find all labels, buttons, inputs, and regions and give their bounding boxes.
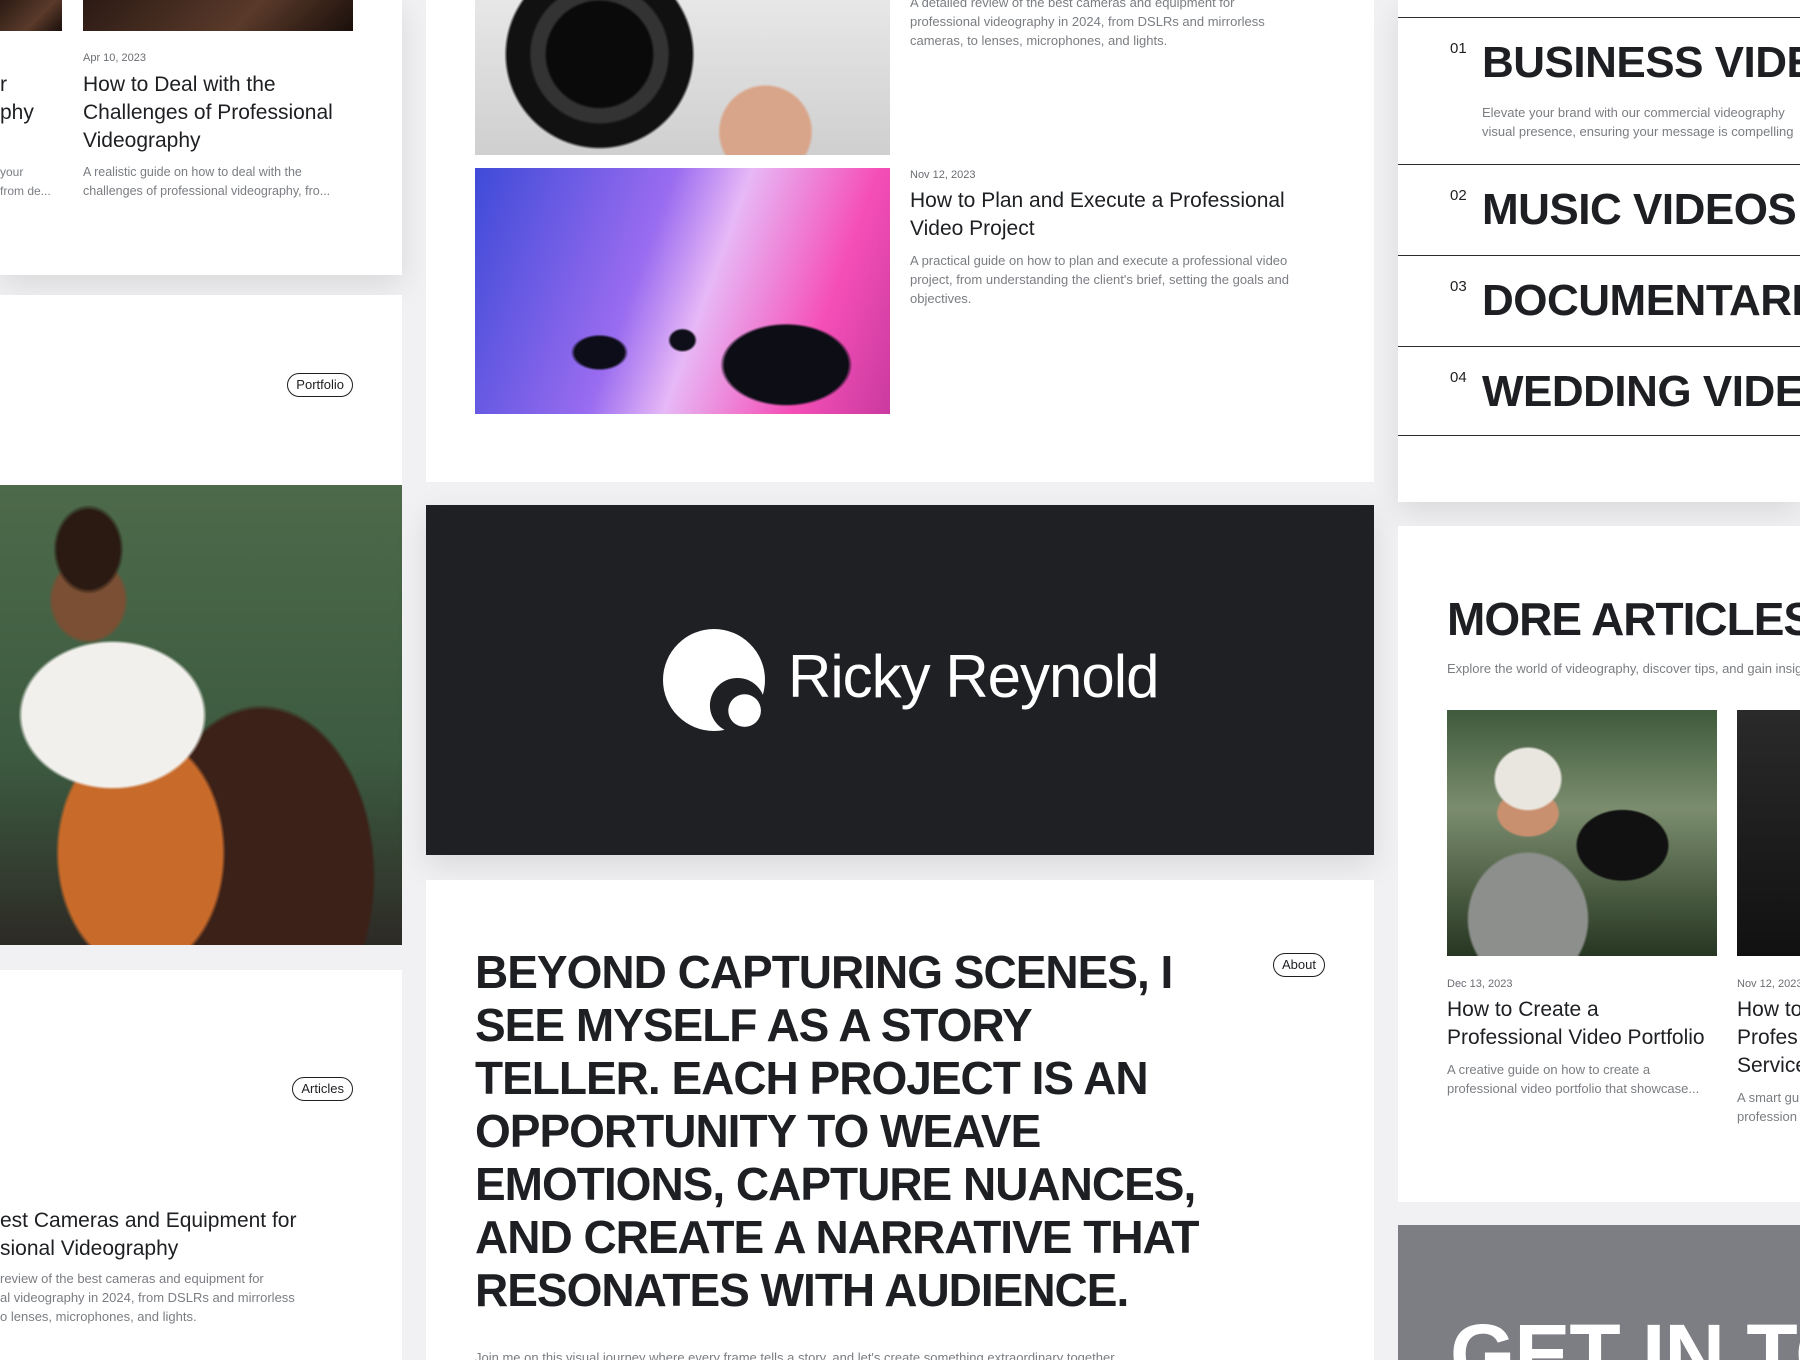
article-date: Apr 10, 2023 xyxy=(83,52,146,64)
about-subtext: Join me on this visual journey where eve… xyxy=(475,1350,1118,1360)
portfolio-article-date: Dec 13, 2023 xyxy=(1447,978,1513,990)
service-row-wedding[interactable]: 04 WEDDING VIDEO xyxy=(1398,346,1800,436)
partial-article-date: Nov 12, 2023 xyxy=(1737,978,1800,990)
about-pill[interactable]: About xyxy=(1273,953,1325,977)
service-row-business[interactable]: 01 BUSINESS VIDEO Elevate your brand wit… xyxy=(1398,17,1800,164)
woman-drinking-photo[interactable] xyxy=(0,485,402,945)
studio-article-title[interactable]: How to Plan and Execute a Professional V… xyxy=(910,187,1310,243)
article-image[interactable] xyxy=(83,0,353,31)
partial-article-title[interactable]: How to Profes Service xyxy=(1737,996,1800,1080)
service-row-music[interactable]: 02 MUSIC VIDEOS xyxy=(1398,164,1800,255)
brand-name: Ricky Reynold xyxy=(788,643,1159,710)
portfolio-article-image[interactable] xyxy=(1447,710,1717,956)
more-articles-panel: MORE ARTICLES Explore the world of video… xyxy=(1398,526,1800,1202)
partial-article-image[interactable] xyxy=(0,0,62,31)
more-articles-title: MORE ARTICLES xyxy=(1447,593,1800,645)
studio-article-date: Nov 12, 2023 xyxy=(910,169,976,181)
article-desc: A realistic guide on how to deal with th… xyxy=(83,165,331,198)
service-title: MUSIC VIDEOS xyxy=(1482,185,1797,234)
portfolio-section: Portfolio xyxy=(0,295,402,485)
portfolio-article-desc: A creative guide on how to create a prof… xyxy=(1447,1062,1700,1096)
service-number: 03 xyxy=(1450,278,1467,295)
partial-article-image[interactable] xyxy=(1737,710,1800,956)
camera-article-image[interactable] xyxy=(475,0,890,155)
articles-section: Articles est Cameras and Equipment for s… xyxy=(0,970,402,1360)
service-desc: Elevate your brand with our commercial v… xyxy=(1482,105,1794,139)
service-title: WEDDING VIDEO xyxy=(1482,367,1800,416)
contact-panel: GET IN TOUCH xyxy=(1398,1225,1800,1360)
service-number: 02 xyxy=(1450,187,1467,204)
about-headline: BEYOND CAPTURING SCENES, I SEE MYSELF AS… xyxy=(475,946,1199,1316)
brand-logo-icon xyxy=(663,629,765,731)
studio-article-image[interactable] xyxy=(475,168,890,414)
articles-pill[interactable]: Articles xyxy=(292,1077,353,1101)
portfolio-pill[interactable]: Portfolio xyxy=(287,373,353,397)
service-title: BUSINESS VIDEO xyxy=(1482,38,1800,87)
camera-article-desc: A detailed review of the best cameras an… xyxy=(910,0,1265,48)
contact-title[interactable]: GET IN TOUCH xyxy=(1450,1309,1800,1360)
partial-article-desc: A smart gu profession xyxy=(1737,1090,1800,1124)
partial-article-title[interactable]: est Cameras and Equipment for sional Vid… xyxy=(0,1207,402,1263)
partial-article-title[interactable]: r phy xyxy=(0,71,50,127)
service-title: DOCUMENTARIES xyxy=(1482,276,1800,325)
studio-article-desc: A practical guide on how to plan and exe… xyxy=(910,253,1289,306)
center-articles-panel: A detailed review of the best cameras an… xyxy=(426,0,1374,482)
more-articles-subtitle: Explore the world of videography, discov… xyxy=(1447,661,1800,676)
partial-article-desc: your from de... xyxy=(0,165,51,198)
left-top-card-panel: r phy your from de... Apr 10, 2023 How t… xyxy=(0,0,402,275)
about-section: About BEYOND CAPTURING SCENES, I SEE MYS… xyxy=(426,880,1374,1360)
service-number: 01 xyxy=(1450,40,1467,57)
article-title[interactable]: How to Deal with the Challenges of Profe… xyxy=(83,71,353,155)
services-panel: 01 BUSINESS VIDEO Elevate your brand wit… xyxy=(1398,0,1800,502)
service-row-documentaries[interactable]: 03 DOCUMENTARIES xyxy=(1398,255,1800,346)
service-number: 04 xyxy=(1450,369,1467,386)
portfolio-article-title[interactable]: How to Create a Professional Video Portf… xyxy=(1447,996,1717,1052)
brand-banner: Ricky Reynold xyxy=(426,505,1374,855)
partial-article-desc: review of the best cameras and equipment… xyxy=(0,1271,295,1324)
